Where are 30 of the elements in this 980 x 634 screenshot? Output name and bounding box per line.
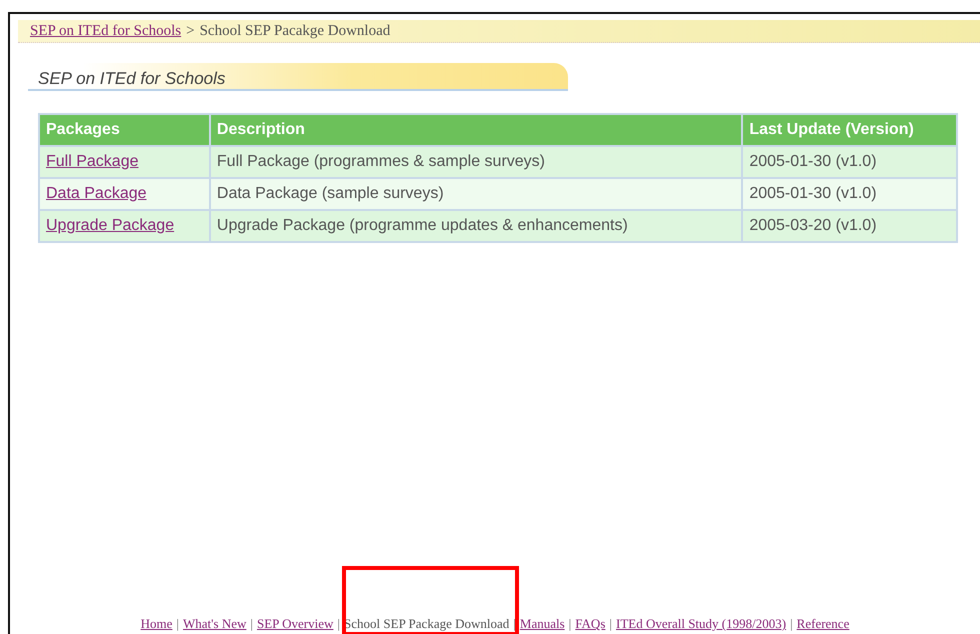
table-cell: 2005-01-30 (v1.0) <box>742 146 957 178</box>
column-header: Last Update (Version) <box>742 114 957 146</box>
separator: | <box>513 616 516 632</box>
table-cell: Data Package (sample surveys) <box>210 178 742 210</box>
footer-link[interactable]: Manuals <box>520 616 565 632</box>
breadcrumb-current: School SEP Pacakge Download <box>200 22 390 40</box>
column-header: Packages <box>39 114 210 146</box>
table-cell: Upgrade Package (programme updates & enhancements) <box>210 210 742 242</box>
separator: | <box>568 616 572 632</box>
breadcrumb-separator: > <box>186 22 195 40</box>
separator: | <box>176 616 180 632</box>
footer-link[interactable]: FAQs <box>575 616 606 632</box>
breadcrumb-link[interactable]: SEP on ITEd for Schools <box>30 22 182 40</box>
table-cell: 2005-03-20 (v1.0) <box>742 210 957 242</box>
table-cell: 2005-01-30 (v1.0) <box>742 178 957 210</box>
section-title: SEP on ITEd for Schools <box>28 63 568 91</box>
footer-link[interactable]: What's New <box>183 616 246 632</box>
separator: | <box>337 616 340 632</box>
footer-link[interactable]: ITEd Overall Study (1998/2003) <box>616 616 786 632</box>
footer-link[interactable]: SEP Overview <box>256 616 334 632</box>
package-link[interactable]: Upgrade Package <box>46 217 174 234</box>
separator: | <box>790 616 793 632</box>
separator: | <box>609 616 612 632</box>
package-link[interactable]: Full Package <box>46 153 138 170</box>
footer-link[interactable]: Reference <box>796 616 850 632</box>
column-header: Description <box>210 114 742 146</box>
table-cell: Full Package (programmes & sample surveys) <box>210 146 742 178</box>
footer-link[interactable]: Home <box>140 616 172 632</box>
separator: | <box>250 616 253 632</box>
package-link[interactable]: Data Package <box>46 185 147 202</box>
